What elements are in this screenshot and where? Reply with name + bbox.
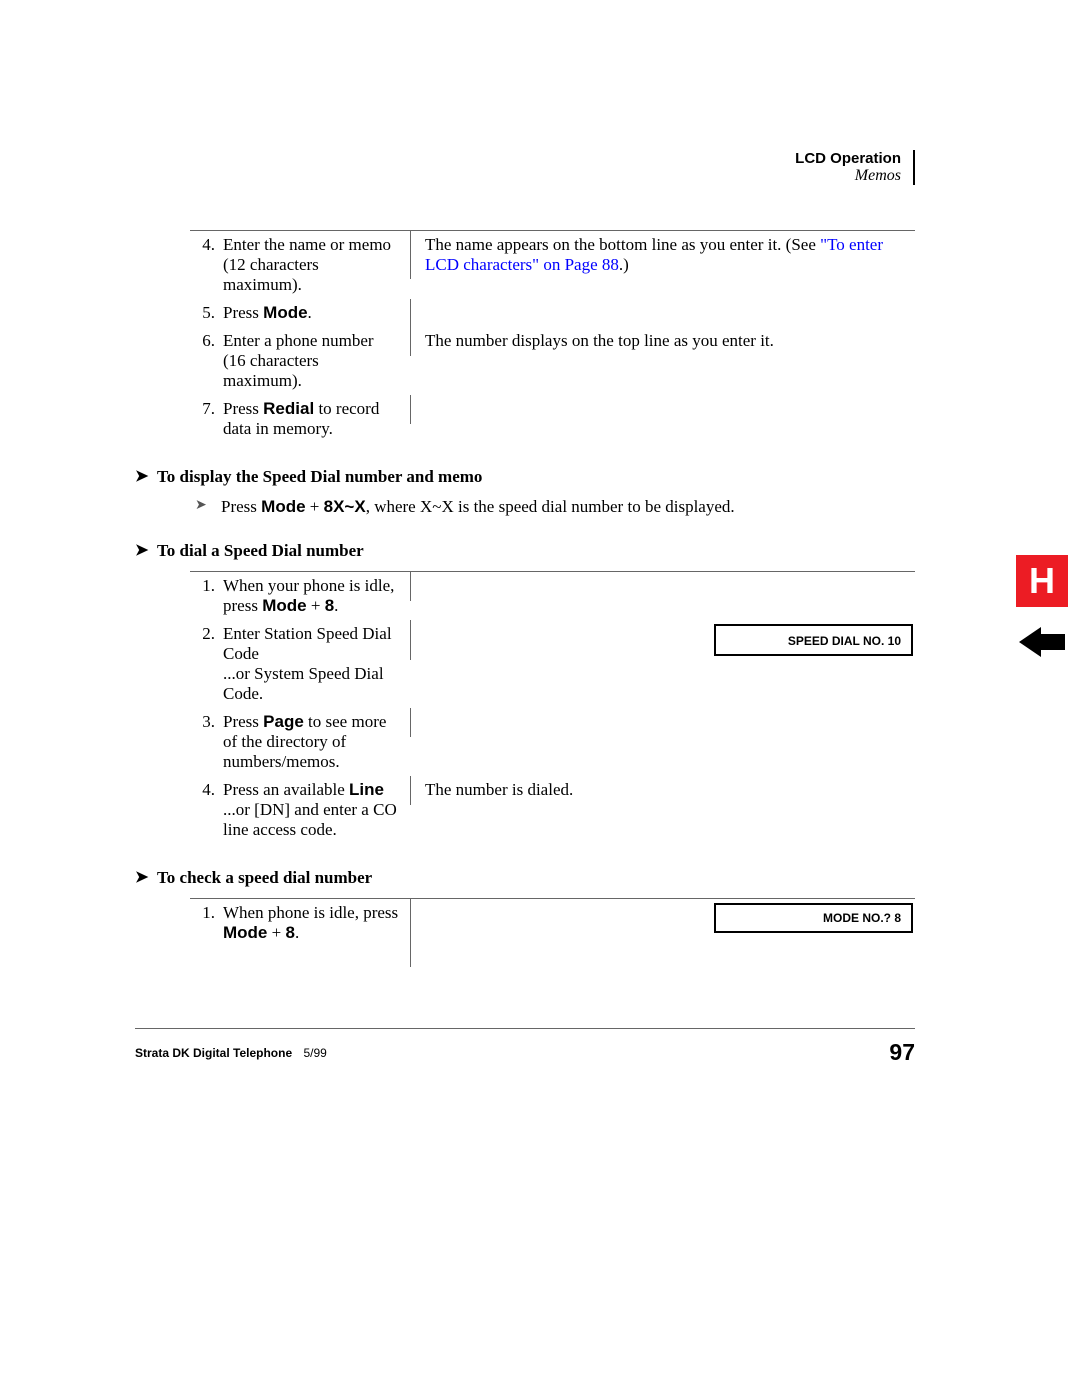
table-row: 6. Enter a phone number (16 characters m… [190, 327, 915, 395]
table-row: 1. When your phone is idle, press Mode +… [190, 572, 915, 620]
page-footer: Strata DK Digital Telephone 5/99 97 [135, 1028, 915, 1066]
table-row: 7. Press Redial to record data in memory… [190, 395, 915, 443]
sub-bullet: ➤ Press Mode + 8X~X, where X~X is the sp… [195, 497, 915, 517]
step-number: 3. [190, 712, 223, 732]
footer-date: 5/99 [303, 1046, 326, 1060]
step-desc [410, 299, 915, 327]
step-desc: SPEED DIAL NO. 10 [410, 620, 915, 660]
step-text: Enter Station Speed Dial Code ...or Syst… [223, 624, 400, 704]
step-number: 1. [190, 576, 223, 596]
steps-table-2: 1. When your phone is idle, press Mode +… [190, 571, 915, 844]
header-subtitle: Memos [135, 167, 901, 185]
step-desc [410, 572, 915, 600]
step-number: 4. [190, 780, 223, 800]
section-tab-marker: H [1016, 555, 1068, 665]
step-text: Press Mode. [223, 303, 400, 323]
arrow-icon: ➤ [195, 497, 221, 517]
table-row: 3. Press Page to see more of the directo… [190, 708, 915, 776]
page-content: LCD Operation Memos 4. Enter the name or… [135, 150, 915, 967]
step-text: When phone is idle, press Mode + 8. [223, 903, 400, 943]
step-text: Press Page to see more of the directory … [223, 712, 400, 772]
lcd-display-box: SPEED DIAL NO. 10 [714, 624, 913, 656]
step-desc: The number displays on the top line as y… [410, 327, 915, 355]
step-text: Press Redial to record data in memory. [223, 399, 400, 439]
step-desc: MODE NO.? 8 [410, 899, 915, 967]
steps-table-3: 1. When phone is idle, press Mode + 8. M… [190, 898, 915, 967]
step-number: 1. [190, 903, 223, 923]
step-desc: The number is dialed. [410, 776, 915, 804]
arrow-icon: ➤ [135, 467, 157, 486]
step-number: 2. [190, 624, 223, 644]
section-heading: ➤ To dial a Speed Dial number [135, 541, 915, 561]
table-row: 5. Press Mode. [190, 299, 915, 327]
footer-product: Strata DK Digital Telephone [135, 1046, 292, 1060]
step-desc [410, 708, 915, 736]
page-header: LCD Operation Memos [135, 150, 915, 185]
step-text: When your phone is idle, press Mode + 8. [223, 576, 400, 616]
table-row: 4. Enter the name or memo (12 characters… [190, 231, 915, 299]
step-desc [410, 395, 915, 423]
steps-table-1: 4. Enter the name or memo (12 characters… [190, 230, 915, 443]
section-heading: ➤ To check a speed dial number [135, 868, 915, 888]
step-text: Press an available Line ...or [DN] and e… [223, 780, 400, 840]
tab-letter: H [1016, 555, 1068, 607]
step-text: Enter a phone number (16 characters maxi… [223, 331, 400, 391]
left-arrow-icon [1019, 619, 1065, 665]
header-title: LCD Operation [135, 150, 901, 167]
section-heading: ➤ To display the Speed Dial number and m… [135, 467, 915, 487]
lcd-display-box: MODE NO.? 8 [714, 903, 913, 933]
table-row: 1. When phone is idle, press Mode + 8. M… [190, 899, 915, 967]
page-number: 97 [889, 1039, 915, 1066]
arrow-icon: ➤ [135, 868, 157, 887]
arrow-icon: ➤ [135, 541, 157, 560]
step-desc: The name appears on the bottom line as y… [410, 231, 915, 279]
step-number: 5. [190, 303, 223, 323]
table-row: 4. Press an available Line ...or [DN] an… [190, 776, 915, 844]
step-number: 7. [190, 399, 223, 419]
table-row: 2. Enter Station Speed Dial Code ...or S… [190, 620, 915, 708]
step-number: 6. [190, 331, 223, 351]
step-text: Enter the name or memo (12 characters ma… [223, 235, 400, 295]
step-number: 4. [190, 235, 223, 255]
